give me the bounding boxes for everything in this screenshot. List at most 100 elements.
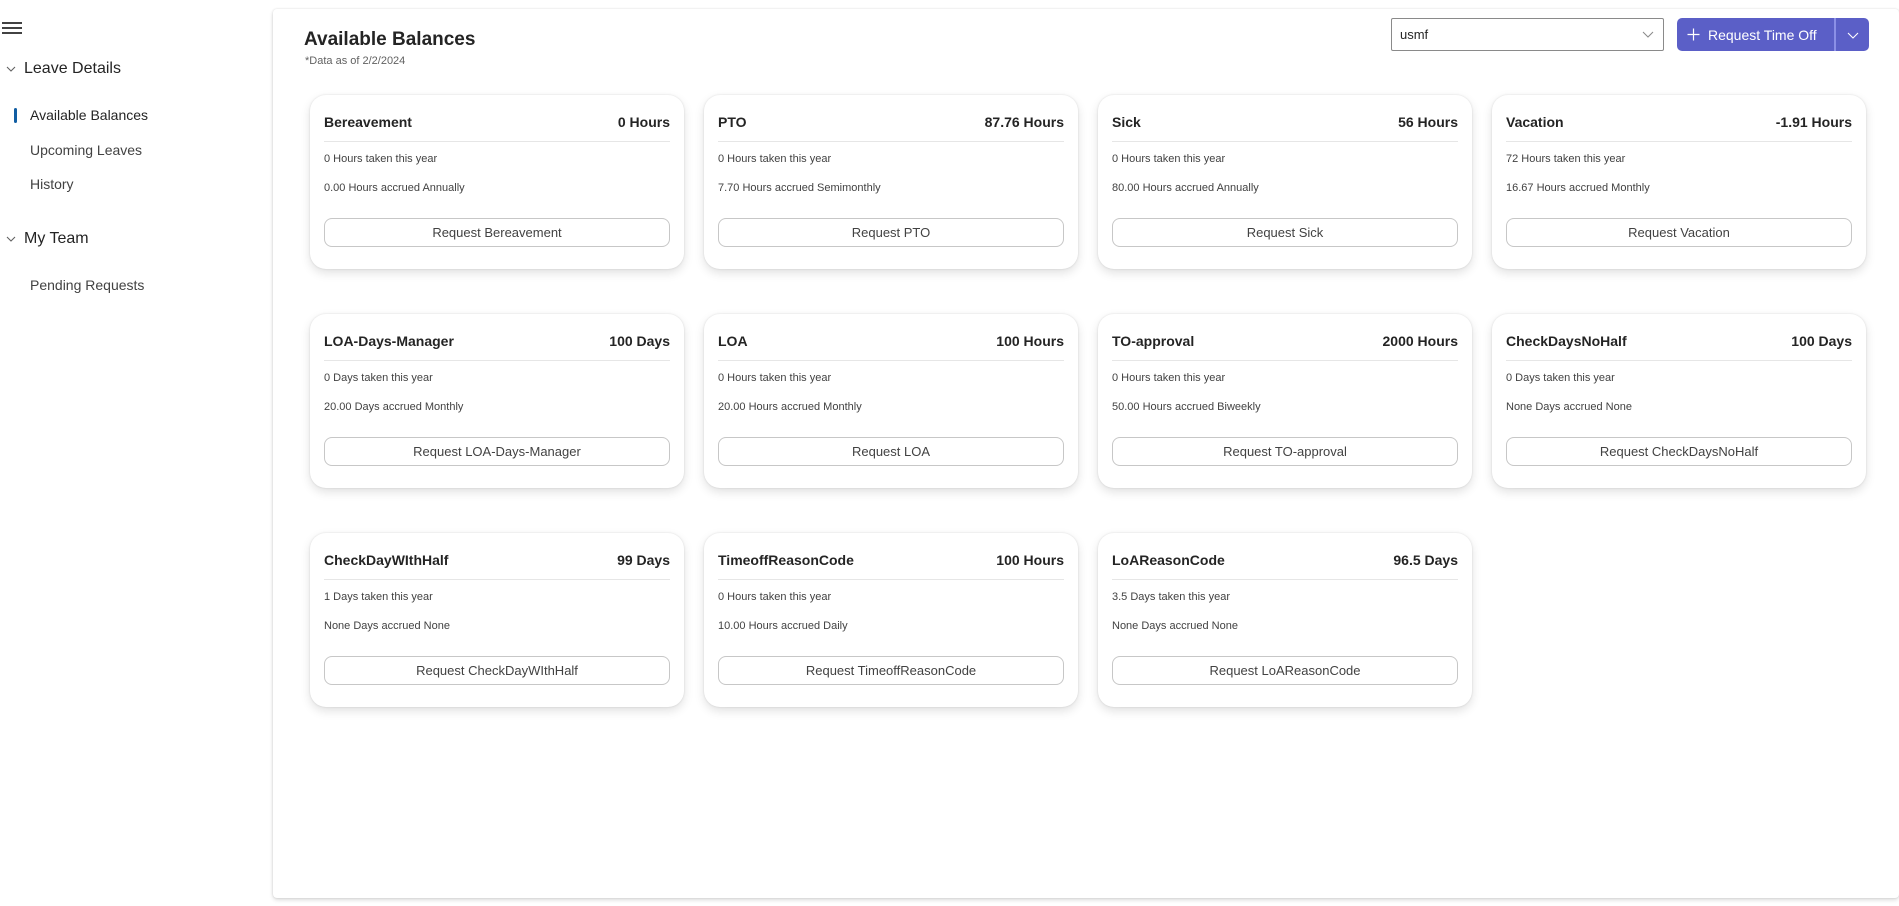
request-leave-button[interactable]: Request CheckDaysNoHalf <box>1506 437 1852 466</box>
card-divider <box>324 579 670 580</box>
taken-this-year-text: 0 Hours taken this year <box>718 372 832 384</box>
taken-this-year-text: 0 Days taken this year <box>1506 372 1615 384</box>
balance-card: TO-approval 2000 Hours 0 Hours taken thi… <box>1098 314 1472 488</box>
leave-type-title: Bereavement <box>324 114 412 130</box>
request-time-off-menu-button[interactable] <box>1836 18 1869 51</box>
accrual-text: 16.67 Hours accrued Monthly <box>1506 182 1650 194</box>
main-panel: Available Balances *Data as of 2/2/2024 … <box>273 9 1899 898</box>
taken-this-year-text: 72 Hours taken this year <box>1506 153 1626 165</box>
sidebar-item-label: History <box>30 176 74 192</box>
card-divider <box>1112 360 1458 361</box>
balance-card: Bereavement 0 Hours 0 Hours taken this y… <box>310 95 684 269</box>
sidebar-item-label: Available Balances <box>30 107 149 123</box>
balance-card: LoAReasonCode 96.5 Days 3.5 Days taken t… <box>1098 533 1472 707</box>
chevron-down-icon <box>1847 26 1859 44</box>
leave-balance: 0 Hours <box>617 114 670 130</box>
request-leave-button[interactable]: Request TO-approval <box>1112 437 1458 466</box>
accrual-text: 20.00 Hours accrued Monthly <box>718 401 862 413</box>
balance-card: TimeoffReasonCode 100 Hours 0 Hours take… <box>704 533 1078 707</box>
leave-type-title: Sick <box>1112 114 1141 130</box>
balance-card: Vacation -1.91 Hours 72 Hours taken this… <box>1492 95 1866 269</box>
request-leave-button[interactable]: Request Bereavement <box>324 218 670 247</box>
leave-balance: 100 Hours <box>996 333 1064 349</box>
chevron-down-icon <box>2 230 20 248</box>
leave-balance: -1.91 Hours <box>1775 114 1852 130</box>
accrual-text: None Days accrued None <box>324 620 450 632</box>
leave-type-title: CheckDayWIthHalf <box>324 552 449 568</box>
balance-card: LOA-Days-Manager 100 Days 0 Days taken t… <box>310 314 684 488</box>
request-leave-button[interactable]: Request Vacation <box>1506 218 1852 247</box>
chevron-down-icon <box>1633 31 1663 38</box>
leave-type-title: Vacation <box>1506 114 1564 130</box>
accrual-text: 80.00 Hours accrued Annually <box>1112 182 1259 194</box>
page-title: Available Balances <box>304 29 476 50</box>
sidebar: Leave Details Available Balances Upcomin… <box>0 0 270 906</box>
taken-this-year-text: 0 Hours taken this year <box>718 153 832 165</box>
company-select-value: usmf <box>1400 27 1429 42</box>
accrual-text: 7.70 Hours accrued Semimonthly <box>718 182 881 194</box>
balance-card: CheckDayWIthHalf 99 Days 1 Days taken th… <box>310 533 684 707</box>
nav-group-label: Leave Details <box>24 60 121 77</box>
leave-balance: 96.5 Days <box>1393 552 1458 568</box>
request-time-off-button[interactable]: Request Time Off <box>1677 18 1834 51</box>
hamburger-menu-icon[interactable] <box>2 22 22 36</box>
leave-type-title: LOA-Days-Manager <box>324 333 454 349</box>
taken-this-year-text: 1 Days taken this year <box>324 591 433 603</box>
request-time-off-label: Request Time Off <box>1708 26 1817 43</box>
request-leave-button[interactable]: Request LoAReasonCode <box>1112 656 1458 685</box>
card-divider <box>718 579 1064 580</box>
balance-card: CheckDaysNoHalf 100 Days 0 Days taken th… <box>1492 314 1866 488</box>
leave-type-title: TimeoffReasonCode <box>718 552 854 568</box>
leave-balance: 100 Days <box>1791 333 1852 349</box>
balance-card: Sick 56 Hours 0 Hours taken this year 80… <box>1098 95 1472 269</box>
sidebar-item-label: Upcoming Leaves <box>30 142 143 158</box>
card-divider <box>1506 360 1852 361</box>
balance-cards-grid: Bereavement 0 Hours 0 Hours taken this y… <box>310 95 1866 707</box>
leave-type-title: PTO <box>718 114 747 130</box>
taken-this-year-text: 0 Hours taken this year <box>324 153 438 165</box>
request-leave-button[interactable]: Request Sick <box>1112 218 1458 247</box>
taken-this-year-text: 0 Hours taken this year <box>718 591 832 603</box>
leave-balance: 2000 Hours <box>1382 333 1458 349</box>
sidebar-item-available-balances[interactable]: Available Balances <box>14 104 148 126</box>
accrual-text: 10.00 Hours accrued Daily <box>718 620 848 632</box>
accrual-text: None Days accrued None <box>1506 401 1632 413</box>
request-leave-button[interactable]: Request LOA-Days-Manager <box>324 437 670 466</box>
accrual-text: 20.00 Days accrued Monthly <box>324 401 464 413</box>
card-divider <box>1506 141 1852 142</box>
card-divider <box>1112 141 1458 142</box>
card-divider <box>1112 579 1458 580</box>
accrual-text: 50.00 Hours accrued Biweekly <box>1112 401 1261 413</box>
balance-card: PTO 87.76 Hours 0 Hours taken this year … <box>704 95 1078 269</box>
request-leave-button[interactable]: Request PTO <box>718 218 1064 247</box>
leave-balance: 100 Hours <box>996 552 1064 568</box>
leave-balance: 87.76 Hours <box>984 114 1064 130</box>
request-leave-button[interactable]: Request LOA <box>718 437 1064 466</box>
leave-type-title: LOA <box>718 333 748 349</box>
sidebar-item-history[interactable]: History <box>14 173 74 195</box>
company-select[interactable]: usmf <box>1391 18 1664 51</box>
data-as-of-text: *Data as of 2/2/2024 <box>305 55 406 67</box>
active-indicator <box>14 107 17 123</box>
nav-group-my-team[interactable]: My Team <box>0 230 89 248</box>
chevron-down-icon <box>2 60 20 78</box>
sidebar-item-upcoming-leaves[interactable]: Upcoming Leaves <box>14 139 142 161</box>
accrual-text: None Days accrued None <box>1112 620 1238 632</box>
card-divider <box>324 360 670 361</box>
nav-group-leave-details[interactable]: Leave Details <box>0 60 121 78</box>
accrual-text: 0.00 Hours accrued Annually <box>324 182 465 194</box>
plus-icon <box>1687 28 1700 41</box>
card-divider <box>718 360 1064 361</box>
request-leave-button[interactable]: Request CheckDayWIthHalf <box>324 656 670 685</box>
leave-type-title: LoAReasonCode <box>1112 552 1225 568</box>
taken-this-year-text: 3.5 Days taken this year <box>1112 591 1231 603</box>
taken-this-year-text: 0 Hours taken this year <box>1112 153 1226 165</box>
card-divider <box>324 141 670 142</box>
leave-type-title: CheckDaysNoHalf <box>1506 333 1627 349</box>
leave-balance: 99 Days <box>617 552 670 568</box>
sidebar-item-label: Pending Requests <box>30 277 145 293</box>
sidebar-item-pending-requests[interactable]: Pending Requests <box>14 274 144 296</box>
nav-group-label: My Team <box>24 230 89 247</box>
request-leave-button[interactable]: Request TimeoffReasonCode <box>718 656 1064 685</box>
leave-balance: 56 Hours <box>1398 114 1458 130</box>
